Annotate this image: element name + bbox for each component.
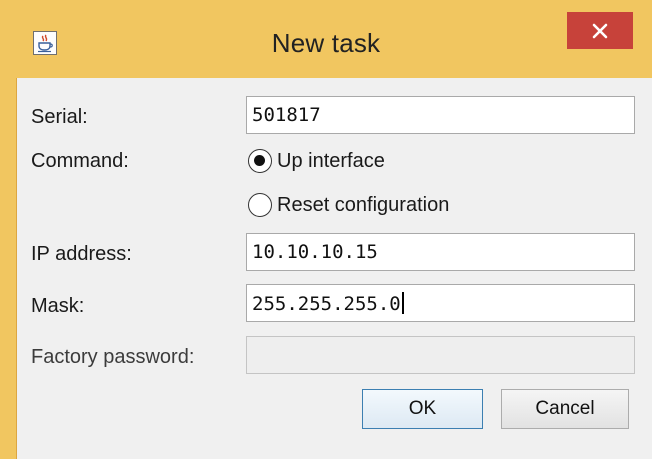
mask-input[interactable]: 255.255.255.0 <box>246 284 635 322</box>
cancel-button[interactable]: Cancel <box>501 389 629 429</box>
close-icon <box>592 23 608 38</box>
factory-password-input <box>246 336 635 374</box>
command-label: Command: <box>31 150 129 172</box>
serial-input[interactable]: 501817 <box>246 96 635 134</box>
factory-password-label: Factory password: <box>31 346 195 368</box>
title-bar[interactable]: New task <box>0 0 652 78</box>
mask-value: 255.255.255.0 <box>252 293 401 315</box>
radio-button-selected[interactable] <box>248 149 272 173</box>
radio-up-interface[interactable]: Up interface <box>248 147 385 175</box>
radio-label-reset-configuration: Reset configuration <box>277 193 450 216</box>
serial-label: Serial: <box>31 106 88 128</box>
dialog-content: Serial: 501817 Command: Up interface Res… <box>16 78 652 459</box>
radio-reset-configuration[interactable]: Reset configuration <box>248 191 449 219</box>
radio-button-unselected[interactable] <box>248 193 272 217</box>
ok-button[interactable]: OK <box>362 389 483 429</box>
mask-label: Mask: <box>31 295 85 317</box>
ip-address-label: IP address: <box>31 243 132 265</box>
close-button[interactable] <box>567 12 633 49</box>
ip-address-input[interactable]: 10.10.10.15 <box>246 233 635 271</box>
window-title: New task <box>271 28 381 58</box>
text-caret <box>401 292 404 314</box>
dialog-window: New task Serial: 501817 Command: Up inte… <box>0 0 652 459</box>
radio-label-up-interface: Up interface <box>277 149 385 172</box>
